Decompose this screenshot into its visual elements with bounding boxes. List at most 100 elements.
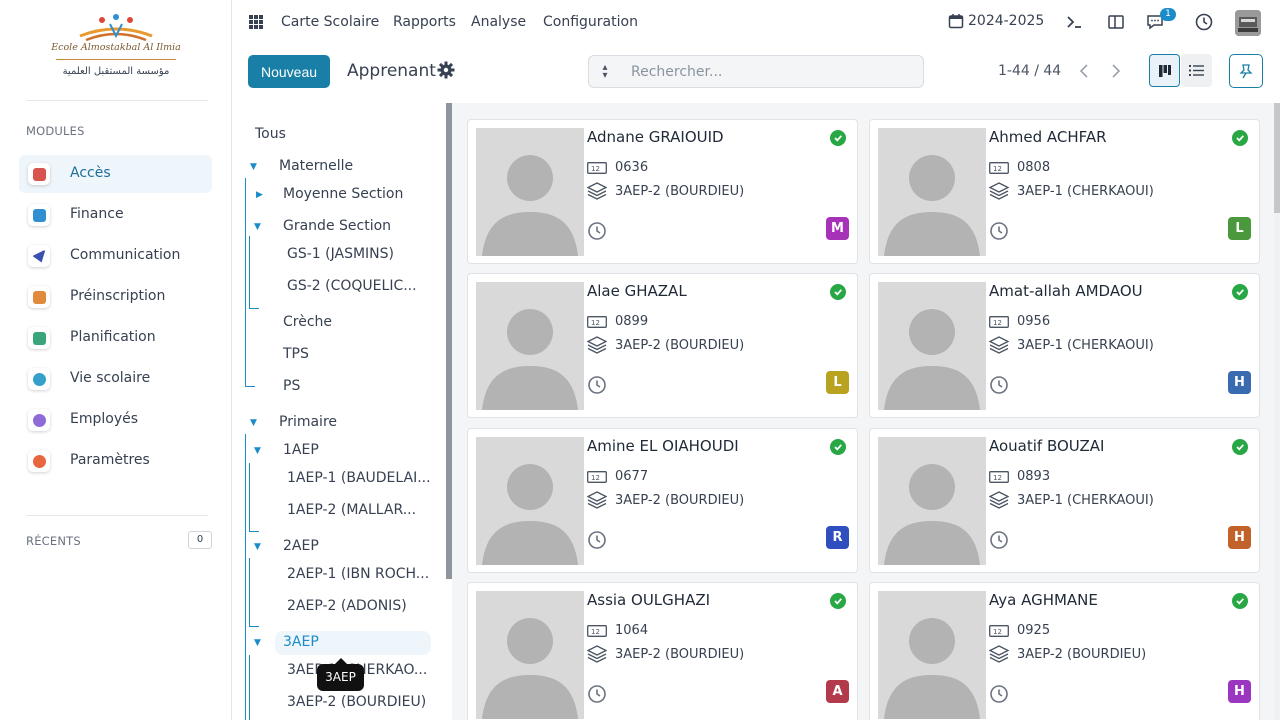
layers-icon (989, 336, 1009, 354)
caret-down-icon[interactable]: ▼ (254, 542, 261, 552)
school-year-selector[interactable]: 2024-2025 (948, 13, 1044, 29)
tree-item-1aep-1[interactable]: 1AEP-1 (BAUDELAI... (287, 470, 431, 486)
menu-rapports[interactable]: Rapports (393, 14, 456, 30)
sidebar-item-employes[interactable]: Employés (19, 401, 212, 439)
assignee-avatar[interactable]: A (826, 680, 849, 703)
sidebar-item-preinscription[interactable]: Préinscription (19, 278, 212, 316)
student-class: 3AEP-2 (BOURDIEU) (615, 492, 745, 508)
svg-text:12: 12 (591, 474, 600, 482)
sidebar-item-vie-scolaire[interactable]: Vie scolaire (19, 360, 212, 398)
caret-down-icon[interactable]: ▼ (250, 162, 257, 172)
tree-item-1aep-2[interactable]: 1AEP-2 (MALLAR... (287, 502, 416, 518)
student-card[interactable]: Ahmed ACHFAR 12 0808 3AEP-1 (CHERKAOUI) … (869, 119, 1260, 264)
split-view-icon[interactable] (1106, 12, 1126, 32)
sidebar-item-acces[interactable]: Accès (19, 155, 212, 193)
menu-analyse[interactable]: Analyse (471, 14, 526, 30)
chevron-left-icon (1079, 64, 1088, 78)
kanban-scrollbar[interactable] (1274, 103, 1280, 720)
assignee-avatar[interactable]: H (1228, 680, 1251, 703)
active-check-icon (1232, 593, 1248, 609)
communication-icon (28, 245, 50, 267)
id-card-icon: 12 (989, 161, 1009, 174)
tree-item-gs2[interactable]: GS-2 (COQUELIC... (287, 278, 417, 294)
assignee-avatar[interactable]: L (826, 371, 849, 394)
caret-down-icon[interactable]: ▼ (254, 638, 261, 648)
terminal-icon[interactable] (1064, 12, 1084, 32)
pager-value[interactable]: 1-44 / 44 (998, 63, 1061, 79)
assignee-avatar[interactable]: H (1228, 526, 1251, 549)
caret-right-icon[interactable]: ▶ (256, 190, 263, 200)
student-photo (878, 128, 986, 256)
user-avatar[interactable] (1235, 10, 1261, 36)
tree-item-gs1[interactable]: GS-1 (JASMINS) (287, 246, 394, 262)
student-id-row: 12 0808 (989, 160, 1050, 175)
new-button[interactable]: Nouveau (248, 55, 330, 88)
sidebar-item-communication[interactable]: Communication (19, 237, 212, 275)
activity-clock-icon[interactable] (989, 375, 1009, 395)
assignee-avatar[interactable]: R (826, 526, 849, 549)
tree-item-2aep[interactable]: 2AEP (283, 538, 319, 554)
student-card[interactable]: Amat-allah AMDAOU 12 0956 3AEP-1 (CHERKA… (869, 273, 1260, 418)
student-card[interactable]: Aya AGHMANE 12 0925 3AEP-2 (BOURDIEU) H (869, 582, 1260, 720)
student-class: 3AEP-2 (BOURDIEU) (615, 183, 745, 199)
vie-scolaire-icon (28, 368, 50, 390)
pager-previous-button[interactable] (1068, 55, 1100, 87)
apps-menu-icon[interactable] (249, 15, 263, 29)
pager-next-button[interactable] (1100, 55, 1132, 87)
activity-clock-icon[interactable] (1194, 12, 1214, 32)
id-card-icon: 12 (989, 315, 1009, 328)
menu-carte-scolaire[interactable]: Carte Scolaire (281, 14, 379, 30)
favorite-filter-button[interactable] (1229, 54, 1263, 88)
tree-item-creche[interactable]: Crèche (283, 314, 332, 330)
assignee-avatar[interactable]: L (1228, 217, 1251, 240)
student-card[interactable]: Amine EL OIAHOUDI 12 0677 3AEP-2 (BOURDI… (467, 428, 858, 573)
student-card[interactable]: Adnane GRAIOUID 12 0636 3AEP-2 (BOURDIEU… (467, 119, 858, 264)
caret-down-icon[interactable]: ▼ (254, 222, 261, 232)
tree-item-maternelle[interactable]: Maternelle (279, 158, 353, 174)
student-photo (476, 591, 584, 719)
sidebar-item-finance[interactable]: Finance (19, 196, 212, 234)
sidebar-item-parametres[interactable]: Paramètres (19, 442, 212, 480)
search-input[interactable] (631, 63, 881, 81)
tree-line (245, 386, 255, 387)
layers-icon (989, 491, 1009, 509)
tree-item-moyenne-section[interactable]: Moyenne Section (283, 186, 403, 202)
assignee-avatar[interactable]: M (826, 217, 849, 240)
gear-icon[interactable] (437, 61, 455, 79)
activity-clock-icon[interactable] (587, 221, 607, 241)
activity-clock-icon[interactable] (989, 684, 1009, 704)
svg-text:12: 12 (591, 165, 600, 173)
activity-clock-icon[interactable] (989, 221, 1009, 241)
svg-text:12: 12 (993, 628, 1002, 636)
list-view-button[interactable] (1181, 54, 1212, 87)
student-card[interactable]: Aouatif BOUZAI 12 0893 3AEP-1 (CHERKAOUI… (869, 428, 1260, 573)
activity-clock-icon[interactable] (587, 375, 607, 395)
tree-item-2aep-1[interactable]: 2AEP-1 (IBN ROCH... (287, 566, 429, 582)
tree-item-1aep[interactable]: 1AEP (283, 442, 319, 458)
student-photo (476, 282, 584, 410)
tree-item-tps[interactable]: TPS (283, 346, 309, 362)
activity-clock-icon[interactable] (587, 530, 607, 550)
activity-clock-icon[interactable] (989, 530, 1009, 550)
menu-configuration[interactable]: Configuration (543, 14, 638, 30)
tree-item-all[interactable]: Tous (255, 126, 286, 142)
tree-item-2aep-2[interactable]: 2AEP-2 (ADONIS) (287, 598, 407, 614)
tree-item-3aep[interactable]: 3AEP (283, 634, 319, 650)
school-logo[interactable]: Ecole Almostakbal Al Ilmia مؤسسة المستقب… (50, 12, 182, 86)
kanban-view-button[interactable] (1149, 54, 1180, 87)
caret-down-icon[interactable]: ▼ (250, 418, 257, 428)
tree-item-ps[interactable]: PS (283, 378, 300, 394)
search-panel-toggle-icon[interactable]: ▴ ▾ (597, 63, 613, 81)
caret-down-icon[interactable]: ▼ (254, 446, 261, 456)
student-class-row: 3AEP-2 (BOURDIEU) (587, 182, 744, 200)
tree-item-primaire[interactable]: Primaire (279, 414, 337, 430)
assignee-avatar[interactable]: H (1228, 371, 1251, 394)
student-card[interactable]: Assia OULGHAZI 12 1064 3AEP-2 (BOURDIEU)… (467, 582, 858, 720)
student-card[interactable]: Alae GHAZAL 12 0899 3AEP-2 (BOURDIEU) L (467, 273, 858, 418)
student-id: 0893 (1017, 469, 1051, 484)
activity-clock-icon[interactable] (587, 684, 607, 704)
sidebar-item-planification[interactable]: Planification (19, 319, 212, 357)
tree-item-grande-section[interactable]: Grande Section (283, 218, 391, 234)
active-check-icon (830, 284, 846, 300)
tree-item-3aep-2[interactable]: 3AEP-2 (BOURDIEU) (287, 694, 426, 710)
